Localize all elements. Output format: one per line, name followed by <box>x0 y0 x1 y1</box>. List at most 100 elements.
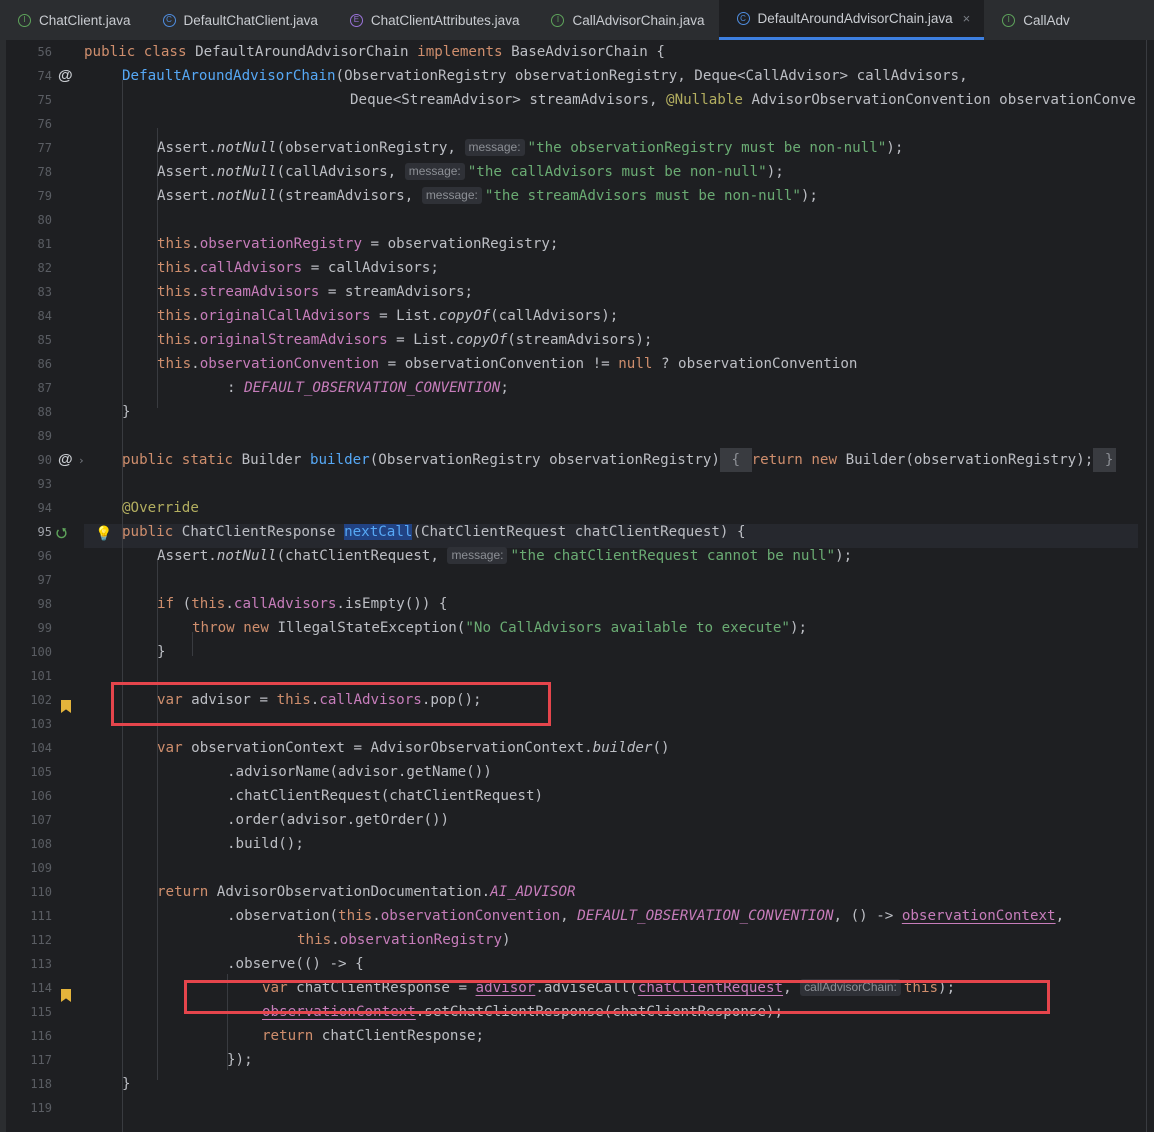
code-text: . <box>191 332 200 348</box>
line-number: 76 <box>37 117 52 131</box>
method-call: notNull <box>216 548 277 564</box>
string-literal: "No CallAdvisors available to execute" <box>465 620 790 636</box>
line-number: 101 <box>30 669 52 683</box>
captured-variable: observationContext <box>901 908 1056 924</box>
code-text: .build(); <box>227 836 304 852</box>
folded-region[interactable]: } <box>1093 448 1117 472</box>
line-number: 87 <box>37 381 52 395</box>
line-number: 95 <box>37 525 52 539</box>
keyword: var <box>157 740 183 756</box>
code-text: ; <box>500 380 509 396</box>
line-number: 86 <box>37 357 52 371</box>
code-text: (streamAdvisors); <box>507 332 653 348</box>
folded-region[interactable]: { <box>719 448 752 472</box>
code-text: .chatClientRequest(chatClientRequest) <box>227 788 544 804</box>
code-line-90: public static Builder builder(Observatio… <box>122 448 1117 472</box>
line-number: 108 <box>30 837 52 851</box>
code-text: AdvisorObservationConvention observation… <box>742 92 1136 108</box>
code-line-84: this.originalCallAdvisors = List.copyOf(… <box>157 304 618 328</box>
line-number: 98 <box>37 597 52 611</box>
method-call: notNull <box>216 188 277 204</box>
line-number: 94 <box>37 501 52 515</box>
method-name: nextCall <box>344 524 413 540</box>
code-text: (ObservationRegistry observationRegistry… <box>335 68 968 84</box>
tab-defaultchatclient[interactable]: C DefaultChatClient.java <box>145 0 332 40</box>
keyword: this <box>157 260 192 276</box>
code-text: . <box>331 932 340 948</box>
keyword: this <box>157 332 192 348</box>
line-number: 78 <box>37 165 52 179</box>
class-name: DefaultAroundAdvisorChain <box>195 44 409 60</box>
code-text: ); <box>886 140 904 156</box>
code-text: (ChatClientRequest chatClientRequest) { <box>412 524 746 540</box>
line-number: 111 <box>30 909 52 923</box>
override-icon[interactable]: ⭯ <box>56 524 67 546</box>
code-text: IllegalStateException( <box>277 620 466 636</box>
code-text: = List. <box>370 308 439 324</box>
code-text: } <box>122 1076 131 1092</box>
code-text: . <box>191 260 200 276</box>
line-number: 88 <box>37 405 52 419</box>
tab-label: DefaultChatClient.java <box>183 12 318 28</box>
code-text: .observation( <box>227 908 339 924</box>
code-line-108: .build(); <box>227 832 304 856</box>
code-text: Builder(observationRegistry); <box>845 452 1094 468</box>
code-editor[interactable]: public class DefaultAroundAdvisorChain i… <box>84 40 1154 1132</box>
line-number: 81 <box>37 237 52 251</box>
keyword: implements <box>417 44 503 60</box>
indent-guide <box>122 80 123 1132</box>
code-text: . <box>191 284 200 300</box>
keyword: this <box>157 356 192 372</box>
code-text: (callAdvisors, <box>276 164 405 180</box>
code-text: Assert. <box>157 548 217 564</box>
tab-defaultaroundadvisorchain[interactable]: C DefaultAroundAdvisorChain.java × <box>718 0 985 40</box>
keyword: class <box>143 44 187 60</box>
code-text: } <box>1104 452 1114 468</box>
line-number: 93 <box>37 477 52 491</box>
keyword: new <box>811 452 838 468</box>
keyword: this <box>157 236 192 252</box>
line-number: 119 <box>30 1101 52 1115</box>
code-text: = observationRegistry; <box>362 236 559 252</box>
line-number: 103 <box>30 717 52 731</box>
code-line-82: this.callAdvisors = callAdvisors; <box>157 256 439 280</box>
field: observationRegistry <box>339 932 503 948</box>
line-number: 96 <box>37 549 52 563</box>
keyword: if <box>157 596 175 612</box>
code-text: Deque<StreamAdvisor> streamAdvisors, <box>350 92 667 108</box>
code-text: = observationConvention != <box>379 356 619 372</box>
code-text: (chatClientRequest, <box>276 548 448 564</box>
vertical-scrollbar[interactable] <box>1138 40 1154 1132</box>
line-number: 77 <box>37 141 52 155</box>
keyword: return <box>262 1028 314 1044</box>
code-line-77: Assert.notNull(observationRegistry, mess… <box>157 136 903 160</box>
editor-tab-bar: I ChatClient.java C DefaultChatClient.ja… <box>0 0 1154 41</box>
tab-chatclient[interactable]: I ChatClient.java <box>0 0 145 40</box>
field: callAdvisors <box>199 260 303 276</box>
code-text: (observationRegistry, <box>276 140 465 156</box>
code-text: }); <box>227 1052 253 1068</box>
code-line-78: Assert.notNull(callAdvisors, message: "th… <box>157 160 784 184</box>
bookmark-icon[interactable] <box>61 989 71 1002</box>
code-text: BaseAdvisorChain { <box>511 44 665 60</box>
method-call: notNull <box>216 164 277 180</box>
close-icon[interactable]: × <box>963 11 971 26</box>
interface-icon: I <box>551 13 565 27</box>
code-line-111: .observation(this.observationConvention,… <box>227 904 1064 928</box>
implementation-at-icon[interactable]: @ <box>58 67 73 84</box>
code-line-99: throw new IllegalStateException("No Call… <box>192 616 807 640</box>
highlight-box-advisor-pop <box>111 682 551 726</box>
code-line-94: @Override <box>122 496 199 520</box>
bookmark-icon[interactable] <box>61 700 71 713</box>
tab-calladv[interactable]: I CallAdv <box>984 0 1084 40</box>
field: observationRegistry <box>199 236 363 252</box>
code-text: ? observationConvention <box>652 356 858 372</box>
code-line-112: this.observationRegistry) <box>297 928 511 952</box>
tab-chatclientattributes[interactable]: E ChatClientAttributes.java <box>332 0 534 40</box>
line-number: 90 <box>37 453 52 467</box>
tab-calladvisorchain[interactable]: I CallAdvisorChain.java <box>533 0 718 40</box>
class-icon: C <box>736 12 750 25</box>
implementation-at-icon[interactable]: @ <box>58 451 73 468</box>
editor-gutter[interactable]: 56 74 75 76 77 78 79 80 81 82 83 84 85 8… <box>6 40 85 1132</box>
inlay-hint: message: <box>421 187 482 204</box>
